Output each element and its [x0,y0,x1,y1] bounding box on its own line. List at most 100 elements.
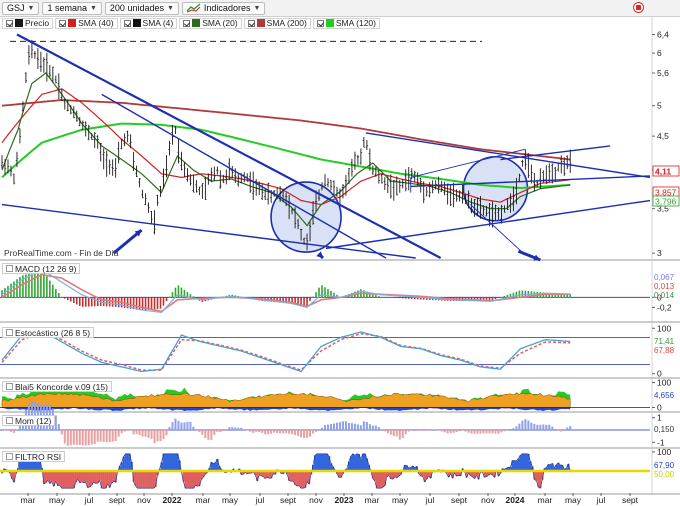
rsi-bar [70,471,73,489]
momentum-bar [455,430,458,433]
rsi-bar [168,453,171,471]
histogram-bar [503,295,506,298]
momentum-bar [395,430,398,437]
momentum-bar [174,418,177,430]
panel-title-koncorde[interactable]: Blai5 Koncorde v.09 (15) [2,381,112,392]
rsi-bar [523,453,526,471]
panel-title-momentum[interactable]: Mom (12) [2,415,56,426]
panel-settings-icon[interactable] [6,453,13,460]
histogram-bar [78,297,81,306]
last-value-label: 3,796 [655,197,677,207]
momentum-bar [309,430,312,437]
histogram-bar [398,297,401,299]
rsi-bar [112,471,115,482]
panel-settings-icon[interactable] [6,265,13,272]
panel-title-macd[interactable]: MACD (12 26 9) [2,263,81,274]
histogram-bar [309,297,311,302]
rsi-bar [136,471,139,489]
momentum-bar [521,420,524,430]
rsi-bar [166,453,169,471]
panel-settings-icon[interactable] [6,329,13,336]
momentum-bar [240,427,243,430]
rsi-bar [102,471,105,489]
rsi-bar [320,453,323,471]
momentum-bar [279,430,282,434]
rsi-bar [96,471,99,484]
momentum-bar [222,430,225,432]
rsi-bar [535,471,538,481]
y-tick-label: 4,5 [657,131,669,141]
rsi-bar [164,453,167,471]
histogram-bar [192,296,195,298]
rsi-bar [355,453,359,471]
panel-title-rsi[interactable]: FILTRO RSI [2,451,66,462]
histogram-bar [46,276,48,298]
momentum-bar [380,429,383,430]
rsi-bar [124,453,127,471]
rsi-bar [110,471,113,483]
histogram-bar [108,297,111,307]
momentum-bar [204,430,207,439]
panel-title-label: Blai5 Koncorde v.09 (15) [15,381,108,392]
rsi-bar [294,471,297,485]
momentum-bar [371,425,374,430]
rsi-bar [192,471,195,489]
rsi-bar [170,453,173,471]
momentum-bar [404,430,407,435]
histogram-bar [87,297,90,307]
y-tick-label: 100 [657,323,671,333]
rsi-bar [290,471,293,482]
momentum-bar [422,430,425,431]
rsi-bar [88,471,91,488]
momentum-bar [321,427,324,430]
rsi-bar [174,453,177,471]
histogram-bar [491,297,494,301]
momentum-bar [297,430,300,437]
rsi-bar [325,453,329,471]
histogram-bar [64,297,66,299]
momentum-bar [99,430,102,442]
momentum-bar [365,421,368,430]
rsi-bar [56,471,60,486]
momentum-bar [560,430,563,432]
panel-settings-icon[interactable] [6,383,13,390]
momentum-bar [324,425,327,430]
indicator-value-label: 67,88 [654,346,675,355]
panel-title-stochastic[interactable]: Estocástico (26 8 5) [2,327,95,338]
histogram-bar [297,297,299,305]
histogram-bar [162,297,165,306]
x-tick-label: 2023 [335,495,354,505]
x-tick-label: nov [137,495,151,505]
momentum-bar [332,423,335,430]
rsi-bar [60,471,64,489]
x-tick-label: may [222,495,239,505]
rsi-bar [172,453,175,471]
momentum-bar [315,430,318,432]
rsi-bar [525,453,528,471]
rsi-bar [66,471,69,489]
momentum-bar [338,422,341,430]
momentum-bar [551,426,554,430]
rsi-bar [126,453,129,471]
momentum-bar [440,430,443,432]
panel-settings-icon[interactable] [6,417,13,424]
momentum-bar [383,430,386,432]
momentum-bar [566,427,569,430]
rsi-bar [80,471,83,482]
histogram-bar [72,297,75,303]
rsi-bar [84,471,87,483]
rsi-bar [214,462,217,471]
indicator-value-label: 50,00 [654,470,675,479]
momentum-bar [135,430,138,434]
momentum-bar [458,430,461,432]
momentum-bar [464,430,467,432]
momentum-bar [63,430,66,444]
rsi-bar [186,471,189,489]
momentum-bar [255,430,258,432]
x-tick-label: 2024 [506,495,525,505]
rsi-bar [94,471,97,484]
histogram-bar [306,297,308,306]
rsi-bar [519,455,522,471]
momentum-bar [84,430,87,446]
rsi-bar [379,471,383,489]
